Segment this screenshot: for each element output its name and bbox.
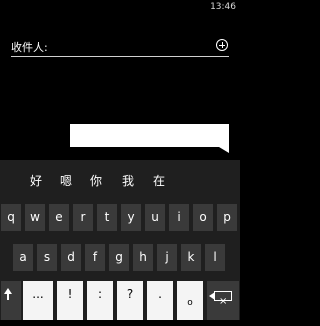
key-colon[interactable]: : <box>87 281 113 320</box>
message-bubble[interactable] <box>70 124 229 153</box>
key-i[interactable]: i <box>169 204 189 231</box>
recipient-input[interactable] <box>49 38 209 52</box>
candidate-item[interactable]: 我 <box>122 172 134 189</box>
bubble-tail <box>219 147 229 153</box>
key-w[interactable]: w <box>25 204 45 231</box>
key-o-small[interactable]: o <box>177 281 203 320</box>
recipient-label: 收件人: <box>11 41 48 54</box>
candidate-item[interactable]: 嗯 <box>60 172 72 189</box>
key-s[interactable]: s <box>37 244 57 271</box>
key-o[interactable]: o <box>193 204 213 231</box>
status-bar: 13:46 <box>0 0 240 14</box>
key-r[interactable]: r <box>73 204 93 231</box>
key-l[interactable]: l <box>205 244 225 271</box>
backspace-key[interactable] <box>207 281 239 320</box>
key-h[interactable]: h <box>133 244 153 271</box>
shift-key[interactable] <box>1 281 21 320</box>
key-ellipsis[interactable]: ... <box>23 281 53 320</box>
key-q[interactable]: q <box>1 204 21 231</box>
key-j[interactable]: j <box>157 244 177 271</box>
key-d[interactable]: d <box>61 244 81 271</box>
candidate-bar: 好 嗯 你 我 在 <box>0 160 240 198</box>
add-recipient-icon[interactable] <box>216 39 228 51</box>
key-period[interactable]: . <box>147 281 173 320</box>
key-a[interactable]: a <box>13 244 33 271</box>
candidate-item[interactable]: 好 <box>30 172 42 189</box>
key-e[interactable]: e <box>49 204 69 231</box>
key-exclamation[interactable]: ! <box>57 281 83 320</box>
key-f[interactable]: f <box>85 244 105 271</box>
key-u[interactable]: u <box>145 204 165 231</box>
key-t[interactable]: t <box>97 204 117 231</box>
backspace-icon <box>209 288 232 315</box>
key-k[interactable]: k <box>181 244 201 271</box>
key-y[interactable]: y <box>121 204 141 231</box>
key-question[interactable]: ? <box>117 281 143 320</box>
recipient-underline <box>11 56 229 57</box>
clock: 13:46 <box>210 2 236 12</box>
shift-icon <box>4 288 12 300</box>
recipient-row[interactable]: 收件人: <box>11 36 229 58</box>
keyboard: 好 嗯 你 我 在 q w e r t y u i o p a s d f g … <box>0 160 240 320</box>
candidate-item[interactable]: 你 <box>90 172 102 189</box>
candidate-item[interactable]: 在 <box>153 172 165 189</box>
key-g[interactable]: g <box>109 244 129 271</box>
key-p[interactable]: p <box>217 204 237 231</box>
